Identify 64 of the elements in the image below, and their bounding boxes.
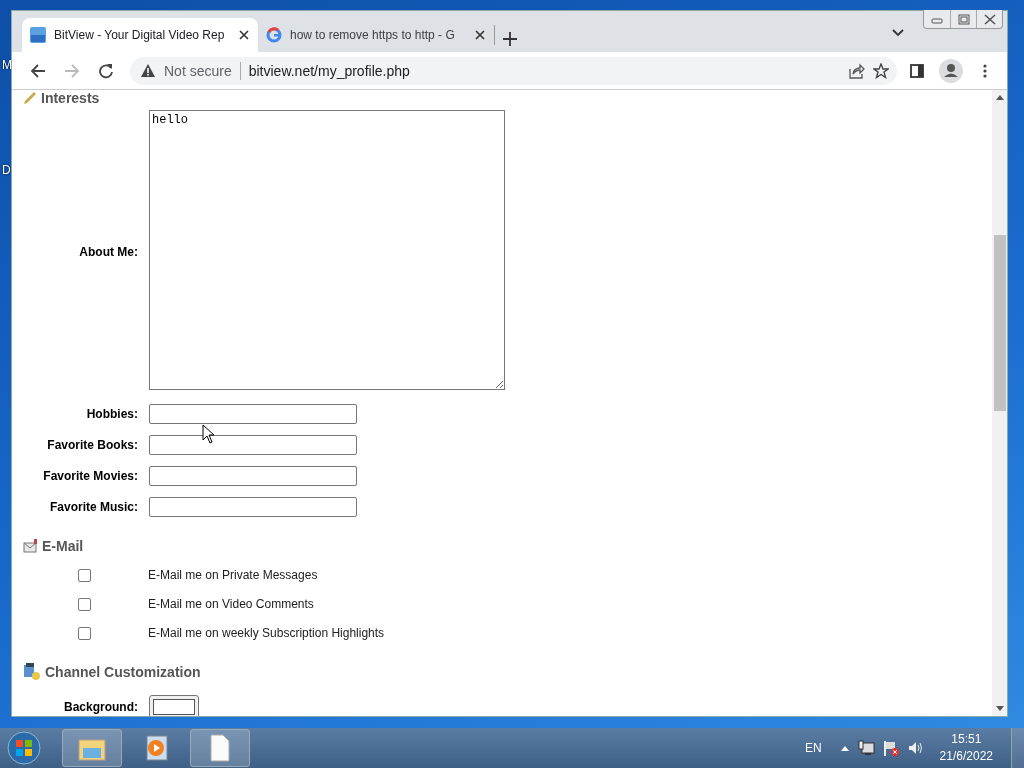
reload-icon [98, 62, 114, 79]
scrollbar[interactable] [992, 90, 1007, 716]
url-text: bitview.net/my_profile.php [248, 62, 411, 79]
document-icon [209, 734, 231, 762]
envelope-icon [23, 539, 38, 553]
field-label: About Me: [78, 244, 138, 259]
field-label: Favorite Music: [48, 500, 138, 514]
clock[interactable]: 15:51 21/6/2022 [939, 731, 993, 765]
g-logo-icon [266, 27, 282, 43]
windows-logo-icon [7, 731, 41, 765]
field-label: Favorite Movies: [42, 469, 138, 483]
avatar-silhouette-icon [939, 58, 963, 83]
section-heading: Interests [41, 90, 100, 106]
new-tab-icon[interactable] [503, 32, 517, 46]
input-field[interactable] [149, 466, 357, 486]
browser-tab[interactable]: how to remove https to http - G [258, 18, 494, 52]
media-player-icon [143, 734, 169, 762]
security-status[interactable]: Not secure [164, 62, 232, 79]
tab-list-icon[interactable] [892, 29, 904, 37]
star-icon[interactable] [873, 62, 889, 79]
side-panel-icon [910, 63, 924, 78]
taskbar-app[interactable] [62, 729, 122, 767]
input-field[interactable] [149, 497, 357, 517]
start-button[interactable] [4, 730, 44, 766]
section-heading: E-Mail [42, 538, 84, 554]
field-label: Hobbies: [85, 407, 138, 421]
speaker-icon[interactable] [907, 740, 924, 756]
section-heading: Channel Customization [45, 664, 201, 680]
close-icon [982, 13, 997, 25]
close-icon [238, 29, 250, 41]
flag-warning-icon[interactable] [882, 739, 900, 757]
browser-tab[interactable]: BitView - Your Digital Video Rep [22, 18, 258, 52]
checkbox[interactable] [78, 597, 91, 611]
desktop-icon-label: D [2, 163, 11, 177]
back-arrow-icon [30, 62, 46, 79]
address-bar[interactable]: Not secure bitview.net/my_profile.php [130, 56, 897, 85]
maximize-icon [956, 13, 971, 25]
share-icon[interactable] [848, 62, 865, 79]
taskbar-app[interactable] [190, 729, 250, 767]
close-icon [474, 29, 486, 41]
warning-icon [140, 63, 156, 78]
mouse-cursor-icon [202, 424, 215, 444]
menu-icon [983, 63, 987, 78]
show-hidden-icons-icon[interactable] [839, 744, 850, 752]
field-label: Favorite Books: [46, 438, 138, 452]
color-picker[interactable] [149, 695, 199, 716]
desktop-icon-label: M [2, 58, 12, 72]
checkbox-label: E-Mail me on Private Messages [148, 568, 318, 582]
scroll-down-icon[interactable] [994, 705, 1005, 712]
input-field[interactable] [149, 404, 357, 424]
scroll-up-icon[interactable] [994, 94, 1005, 101]
scrollbar-thumb[interactable] [993, 235, 1006, 411]
field-label: Background: [63, 700, 138, 714]
profile-button[interactable] [937, 56, 965, 85]
forward-arrow-icon [64, 62, 80, 79]
language-indicator[interactable]: EN [804, 741, 822, 755]
checkbox-label: E-Mail me on weekly Subscription Highlights [148, 626, 385, 640]
input-field[interactable] [149, 435, 357, 455]
about-me-field[interactable]: hello [149, 110, 505, 390]
checkbox[interactable] [78, 568, 91, 582]
checkbox-label: E-Mail me on Video Comments [148, 597, 314, 611]
network-icon[interactable] [857, 740, 875, 756]
checkbox[interactable] [78, 626, 91, 640]
site-logo-icon [30, 27, 46, 43]
